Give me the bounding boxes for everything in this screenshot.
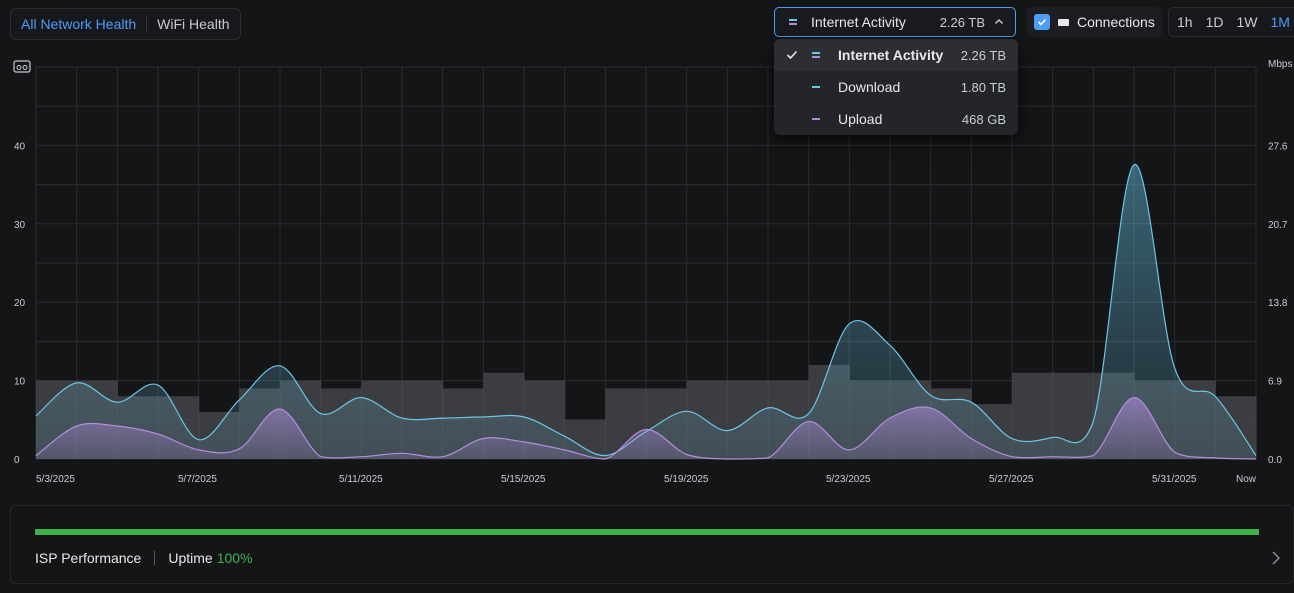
right-axis-tick-label: 20.7	[1268, 220, 1288, 231]
activity-select-total: 2.26 TB	[939, 14, 985, 30]
left-axis-tick-label: 0	[14, 455, 20, 466]
x-axis-tick-label: Now	[1236, 474, 1257, 485]
x-axis-tick-label: 5/11/2025	[339, 474, 383, 485]
x-axis-tick-label: 5/15/2025	[501, 474, 546, 485]
dropdown-item-label: Internet Activity	[838, 47, 944, 63]
dropdown-item-label: Upload	[838, 111, 883, 127]
uptime-value: 100%	[216, 550, 253, 566]
x-axis-tick-label: 5/27/2025	[989, 474, 1034, 485]
connections-checkbox[interactable]	[1034, 14, 1050, 30]
tab-all-network-health[interactable]: All Network Health	[19, 16, 138, 32]
uptime-bar	[35, 529, 1259, 535]
range-1w[interactable]: 1W	[1236, 14, 1257, 30]
right-axis-tick-label: 6.9	[1268, 377, 1282, 388]
x-axis-tick-label: 5/19/2025	[664, 474, 709, 485]
uptime-label: Uptime	[168, 550, 213, 566]
range-1h[interactable]: 1h	[1177, 14, 1193, 30]
isp-performance-label: ISP Performance	[35, 550, 142, 566]
right-axis-unit: Mbps	[1268, 59, 1292, 70]
dropdown-item-value: 2.26 TB	[960, 47, 1006, 63]
chevron-right-icon[interactable]	[1271, 550, 1281, 566]
right-axis-tick-label: 0.0	[1268, 455, 1282, 466]
dropdown-item-download[interactable]: Download 1.80 TB	[774, 71, 1018, 103]
time-range-selector: 1h 1D 1W 1M	[1168, 7, 1294, 37]
range-1d[interactable]: 1D	[1206, 14, 1224, 30]
x-axis-tick-label: 5/7/2025	[178, 474, 217, 485]
range-1m[interactable]: 1M	[1270, 14, 1289, 30]
connections-label: Connections	[1077, 14, 1155, 30]
upload-legend-icon	[812, 118, 820, 120]
left-axis-tick-label: 10	[14, 377, 26, 388]
uptime-bar-fill	[35, 529, 1259, 535]
left-axis-tick-label: 20	[14, 298, 26, 309]
dropdown-item-value: 468 GB	[961, 111, 1006, 127]
chart-settings-icon[interactable]	[13, 60, 31, 73]
connections-legend-icon	[1058, 18, 1069, 26]
dropdown-item-internet-activity[interactable]: Internet Activity 2.26 TB	[774, 39, 1018, 71]
internet-activity-legend-icon	[812, 52, 820, 58]
activity-select-label: Internet Activity	[811, 14, 906, 30]
dropdown-item-upload[interactable]: Upload 468 GB	[774, 103, 1018, 135]
activity-dropdown-menu: Internet Activity 2.26 TB Download 1.80 …	[774, 39, 1018, 135]
left-axis-tick-label: 40	[14, 141, 26, 152]
connections-toggle[interactable]: Connections	[1026, 7, 1162, 37]
x-axis-tick-label: 5/23/2025	[826, 474, 871, 485]
x-axis-tick-label: 5/3/2025	[36, 474, 75, 485]
x-axis-tick-label: 5/31/2025	[1152, 474, 1197, 485]
tab-divider	[146, 17, 148, 31]
health-tabs: All Network Health WiFi Health	[10, 8, 241, 40]
chevron-up-icon	[995, 19, 1003, 24]
check-icon	[786, 49, 804, 61]
network-activity-chart: 0 10 20 30 40 0.0 6.9 13.8 20.7 27.6 Mbps 5/3/2025 5…	[13, 59, 1292, 485]
right-axis-tick-label: 13.8	[1268, 298, 1288, 309]
internet-activity-select[interactable]: Internet Activity 2.26 TB	[774, 7, 1016, 37]
dropdown-item-label: Download	[838, 79, 901, 95]
download-legend-icon	[812, 86, 820, 88]
activity-legend-icon	[789, 19, 797, 25]
left-axis-tick-label: 30	[14, 220, 26, 231]
isp-performance-panel[interactable]: ISP Performance Uptime 100%	[10, 505, 1294, 584]
tab-wifi-health[interactable]: WiFi Health	[155, 16, 231, 32]
dropdown-item-value: 1.80 TB	[960, 79, 1006, 95]
right-axis-tick-label: 27.6	[1268, 141, 1288, 152]
